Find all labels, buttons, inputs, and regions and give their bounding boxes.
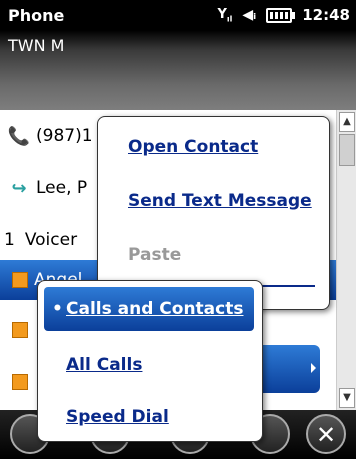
menu-item-paste[interactable]: Paste	[128, 245, 181, 265]
menu-item-speed-dial[interactable]: Speed Dial	[66, 407, 169, 427]
list-item-prefix: 1	[4, 230, 15, 250]
header-title: TWN M	[8, 36, 65, 55]
missed-call-icon: 📞	[7, 125, 31, 147]
filter-menu: • Calls and Contacts All Calls Speed Dia…	[37, 280, 263, 442]
submenu-arrow-icon	[311, 363, 316, 373]
clock[interactable]: 12:48	[302, 6, 350, 24]
signal-icon[interactable]: Yıl	[218, 7, 233, 24]
list-item-text: (987)1	[36, 126, 93, 146]
close-icon[interactable]: ✕	[306, 414, 346, 454]
menu-item-calls-and-contacts[interactable]: Calls and Contacts	[66, 299, 243, 319]
scroll-down-icon[interactable]: ▼	[339, 388, 355, 408]
list-item-text: Lee, P	[36, 178, 88, 198]
contact-icon	[12, 272, 28, 288]
menu-item-send-text[interactable]: Send Text Message	[128, 191, 312, 211]
battery-icon[interactable]	[266, 7, 296, 23]
scrollbar[interactable]: ▲ ▼	[336, 110, 356, 410]
list-item-text: Voicer	[24, 230, 78, 250]
volume-icon[interactable]: ◀ᵢ	[242, 7, 256, 23]
menu-bullet: •	[52, 299, 63, 319]
scroll-up-icon[interactable]: ▲	[339, 112, 355, 132]
menu-item-all-calls[interactable]: All Calls	[66, 355, 142, 375]
contact-icon	[12, 374, 28, 390]
contact-icon	[12, 322, 28, 338]
menu-item-open-contact[interactable]: Open Contact	[128, 137, 258, 157]
scroll-thumb[interactable]	[339, 134, 355, 166]
status-bar: Phone Yıl ◀ᵢ 12:48	[0, 0, 356, 30]
incoming-call-icon: ↪	[11, 177, 27, 199]
app-title: Phone	[8, 6, 65, 25]
status-icons: Yıl ◀ᵢ 12:48	[218, 6, 351, 24]
